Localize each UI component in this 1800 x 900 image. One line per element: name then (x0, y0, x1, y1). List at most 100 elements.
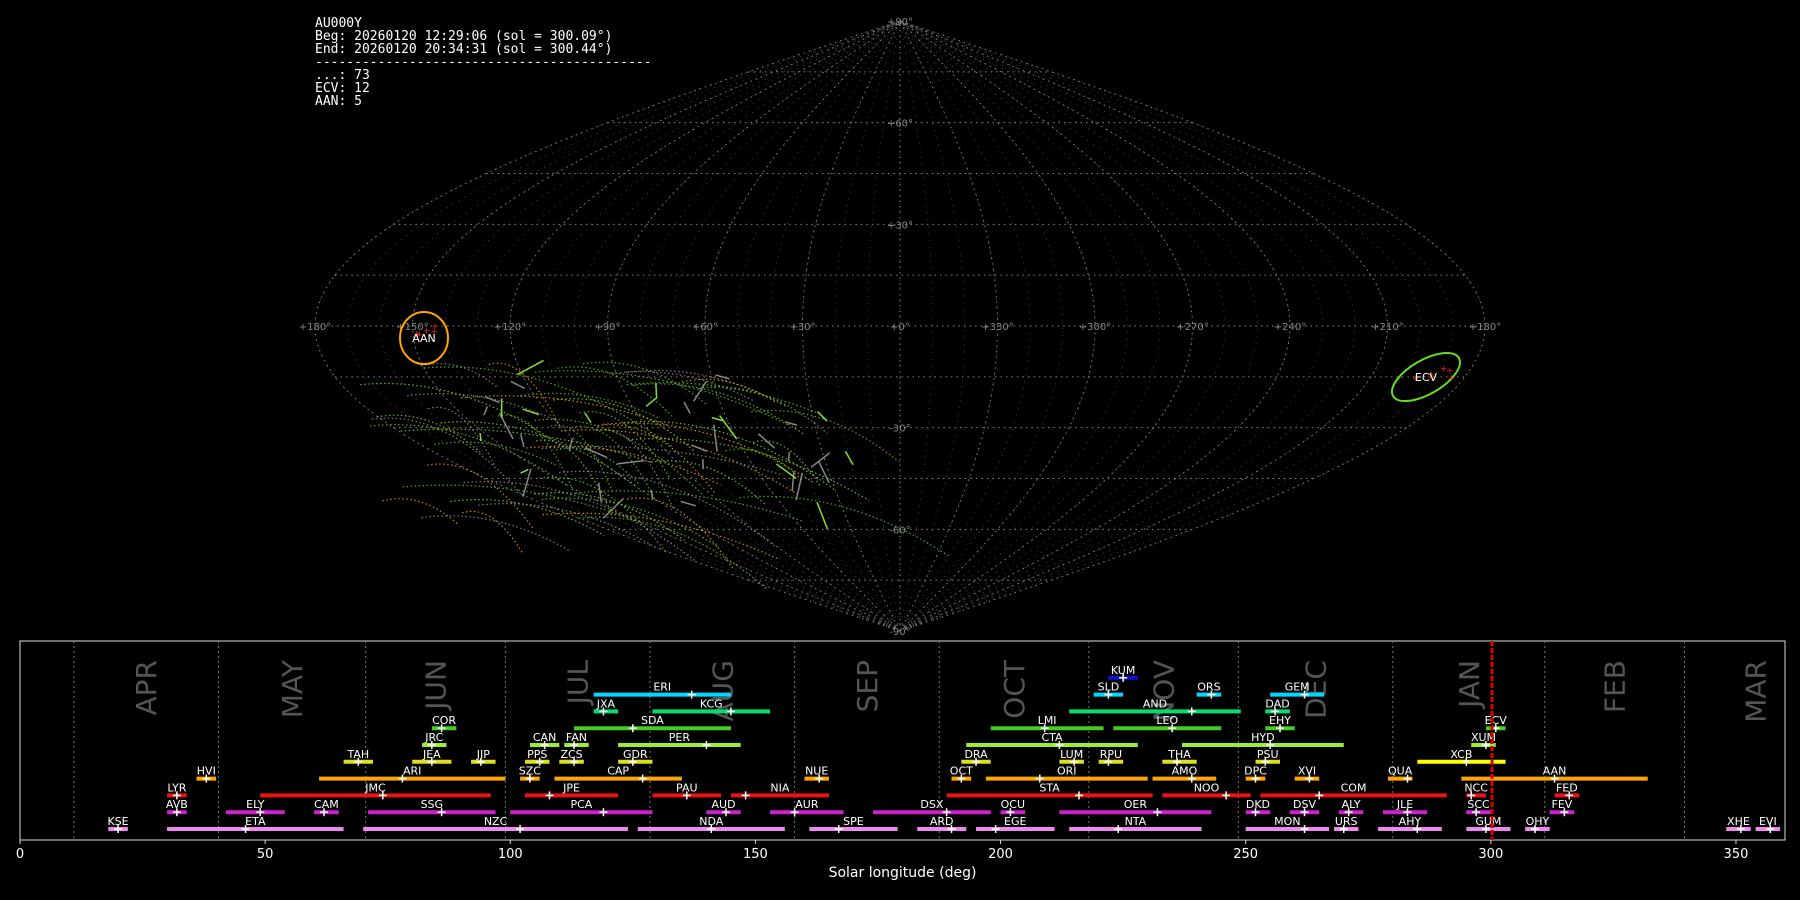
shower-per: PER (618, 731, 741, 749)
shower-can: CAN (529, 731, 560, 749)
meteor-trail (683, 401, 691, 414)
meteor-trail (791, 471, 795, 492)
shower-label: ECV (1485, 714, 1508, 727)
meteor-trail (752, 440, 821, 486)
shower-leo: LEO (1113, 714, 1222, 733)
shower-spe: SPE (809, 815, 898, 833)
shower-label: SLD (1098, 681, 1120, 694)
shower-ocu: OCU (1000, 798, 1026, 817)
shower-label: ERI (653, 681, 671, 694)
shower-ncc: NCC (1464, 781, 1488, 800)
shower-fed: FED (1554, 781, 1580, 800)
shower-dkd: DKD (1245, 798, 1271, 817)
shower-eta: ETA (167, 815, 344, 833)
shower-label: KSE (107, 815, 128, 828)
meteor-trail (575, 490, 805, 523)
shower-fan: FAN (564, 731, 589, 749)
lon-label: +180° (1469, 322, 1501, 333)
shower-label: CAP (607, 765, 629, 778)
shower-ors: ORS (1196, 681, 1222, 699)
meteor-trails (360, 359, 950, 589)
shower-label: FED (1556, 781, 1578, 794)
meteor-trail (427, 463, 535, 530)
month-label: MAY (276, 659, 309, 718)
shower-label: RPU (1100, 748, 1122, 761)
shower-label: ORS (1197, 681, 1220, 694)
shower-label: DPC (1244, 765, 1267, 778)
meteor-trail (680, 500, 697, 507)
shower-label: OHY (1526, 815, 1550, 828)
shower-label: COR (432, 714, 456, 727)
shower-label: NDA (699, 815, 724, 828)
shower-label: PER (669, 731, 691, 744)
lon-label: +30° (789, 322, 815, 333)
shower-pau: PAU (652, 781, 722, 800)
shower-scc: SCC (1466, 798, 1491, 817)
shower-label: NCC (1464, 781, 1488, 794)
lon-label: +120° (494, 322, 526, 333)
meteor-trail (597, 424, 715, 493)
meteor-trail (739, 495, 950, 557)
shower-label: AUD (712, 798, 736, 811)
meteor-trail (626, 369, 787, 407)
meteor-trail (516, 359, 544, 376)
shower-ahy: AHY (1378, 815, 1442, 833)
meteor-trail (691, 444, 708, 453)
shower-label: ARI (403, 765, 421, 778)
shower-dsx: DSX (873, 798, 991, 817)
meteor-trail (376, 414, 484, 456)
month-label: APR (130, 660, 163, 716)
shower-label: STA (1039, 781, 1060, 794)
lat-label: -30° (889, 424, 910, 435)
shower-jrc: JRC (422, 731, 447, 749)
shower-label: ORI (1057, 765, 1077, 778)
x-tick-label: 200 (988, 847, 1013, 862)
shower-xum: XUM (1471, 731, 1496, 749)
shower-tah: TAH (343, 748, 373, 766)
month-label: DEC (1300, 660, 1333, 719)
meteor-trail (479, 432, 482, 442)
shower-dpc: DPC (1244, 765, 1267, 783)
shower-jle: JLE (1382, 798, 1428, 817)
shower-nzc: NZC (363, 815, 628, 833)
lon-label: +180° (299, 322, 331, 333)
shower-label: FEV (1552, 798, 1573, 811)
month-label: NOV (1148, 660, 1181, 722)
shower-nue: NUE (804, 765, 829, 783)
shower-gem: GEM (1270, 681, 1325, 699)
shower-psu: PSU (1255, 748, 1281, 766)
shower-xvi: XVI (1294, 765, 1320, 783)
shower-ehy: EHY (1265, 714, 1295, 733)
shower-dra: DRA (961, 748, 991, 766)
month-label: JUL (562, 660, 595, 707)
shower-label: LYR (167, 781, 186, 794)
shower-label: GDR (623, 748, 648, 761)
shower-com: COM (1260, 781, 1447, 800)
shower-label: THA (1167, 748, 1191, 761)
shower-ely: ELY (225, 798, 285, 817)
shower-label: QUA (1388, 765, 1413, 778)
lon-label: +210° (1371, 322, 1403, 333)
shower-xhe: XHE (1726, 815, 1751, 833)
x-tick-label: 250 (1233, 847, 1258, 862)
meridian-line (899, 20, 1389, 632)
shower-gum: GUM (1466, 815, 1511, 833)
shower-label: JEA (422, 748, 441, 761)
shower-label: TAH (346, 748, 369, 761)
shower-label: NZC (484, 815, 508, 828)
meteor-trail (718, 415, 738, 440)
lat-label: +90° (887, 17, 913, 28)
shower-label: GEM (1285, 681, 1310, 694)
meteor-trail (844, 451, 854, 466)
shower-label: FAN (566, 731, 587, 744)
meteor-trail (550, 424, 614, 492)
shower-label: ALY (1342, 798, 1361, 811)
x-tick-label: 350 (1724, 847, 1749, 862)
meteor-trail (632, 383, 805, 436)
shower-label: XCB (1450, 748, 1472, 761)
meteor-trail (371, 417, 526, 499)
meteor-trail (522, 468, 532, 497)
shower-lmi: LMI (990, 714, 1104, 733)
shower-sld: SLD (1093, 681, 1124, 699)
shower-label: EHY (1269, 714, 1291, 727)
